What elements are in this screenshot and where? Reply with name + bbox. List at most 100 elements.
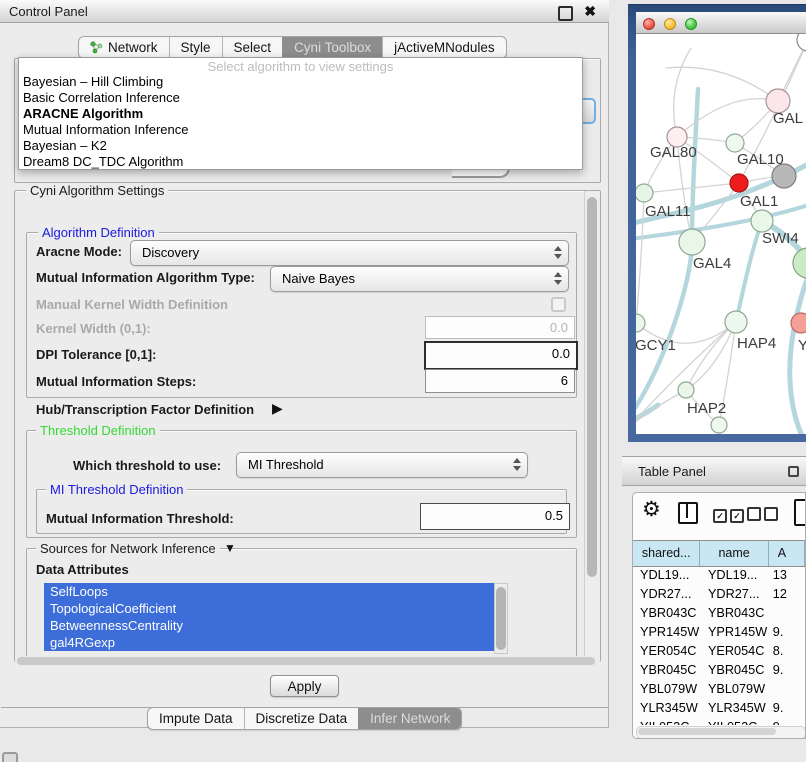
network-node-y[interactable]: [791, 313, 806, 333]
table-cell: YLR345W: [633, 699, 701, 718]
network-node-gal1[interactable]: [730, 174, 748, 192]
attribute-list-scrollbar[interactable]: [494, 583, 508, 654]
column-header[interactable]: A: [769, 541, 805, 566]
collapse-arrow-icon[interactable]: ▼: [224, 541, 236, 555]
manual-kernel-checkbox[interactable]: [551, 297, 566, 312]
float-window-icon[interactable]: [788, 466, 799, 477]
tab-infer-network[interactable]: Infer Network: [358, 708, 461, 729]
algorithm-option[interactable]: Bayesian – K2: [19, 138, 582, 154]
table-header-row: shared...nameA: [633, 540, 805, 567]
table-cell: YBR045C: [633, 661, 701, 680]
mi-steps-field[interactable]: 6: [425, 369, 575, 393]
column-header[interactable]: shared...: [633, 541, 700, 566]
algorithm-option[interactable]: Bayesian – Hill Climbing: [19, 74, 582, 90]
network-node-swi4[interactable]: [751, 210, 773, 232]
network-icon: [90, 41, 103, 54]
mi-threshold-label: Mutual Information Threshold:: [46, 511, 234, 526]
tab-discretize-data[interactable]: Discretize Data: [244, 708, 359, 729]
scrollbar-thumb[interactable]: [638, 728, 776, 735]
mi-type-select[interactable]: Naive Bayes: [270, 266, 569, 292]
table-cell: 13: [770, 566, 805, 585]
node-label: GAL11: [645, 203, 691, 220]
kernel-width-field[interactable]: 0.0: [425, 316, 575, 339]
tab-label: Discretize Data: [256, 711, 348, 726]
network-canvas[interactable]: GALGAL80GAL10GAL1GAL11SWI4GAL4GCY1HAP4YH…: [636, 34, 806, 434]
network-node-hap2[interactable]: [678, 382, 694, 398]
network-edge[interactable]: [686, 322, 736, 390]
tab-network[interactable]: Network: [79, 37, 169, 58]
scrollbar-thumb[interactable]: [17, 657, 595, 665]
network-edge[interactable]: [686, 322, 736, 390]
network-edge[interactable]: [736, 221, 762, 322]
attribute-list-item[interactable]: BetweennessCentrality: [44, 617, 494, 634]
window-minimize-icon[interactable]: [664, 18, 676, 30]
tab-cyni-toolbox[interactable]: Cyni Toolbox: [282, 37, 382, 58]
table-row[interactable]: YBL079WYBL079W: [633, 680, 805, 699]
table-cell: YIL052C: [633, 718, 701, 725]
column-header[interactable]: name: [700, 541, 768, 566]
dpi-tolerance-field[interactable]: 0.0: [424, 341, 578, 370]
network-node[interactable]: [797, 34, 806, 51]
spinner-arrows-icon: [554, 246, 561, 260]
scrollbar-thumb[interactable]: [496, 587, 506, 650]
gear-icon[interactable]: ⚙: [642, 497, 661, 522]
table-cell: 9.: [770, 661, 805, 680]
network-node-gal11[interactable]: [636, 184, 653, 202]
table-row[interactable]: YDR27...YDR27...12: [633, 585, 805, 604]
mi-threshold-group-title: MI Threshold Definition: [46, 482, 187, 497]
column-layout-icon[interactable]: [678, 502, 698, 524]
aracne-mode-select[interactable]: Discovery: [130, 240, 569, 266]
network-node[interactable]: [793, 248, 806, 278]
select-all-columns-icon[interactable]: ✓✓: [713, 506, 747, 524]
scrollbar-thumb[interactable]: [587, 197, 597, 577]
table-row[interactable]: YPR145WYPR145W9.: [633, 623, 805, 642]
network-node-hap4[interactable]: [725, 311, 747, 333]
network-node[interactable]: [711, 417, 727, 433]
close-icon[interactable]: ✖: [584, 3, 596, 20]
algorithm-option[interactable]: ARACNE Algorithm: [19, 106, 582, 122]
network-node-gal10[interactable]: [726, 134, 744, 152]
table-row[interactable]: YER054CYER054C8.: [633, 642, 805, 661]
node-label: Y: [798, 337, 806, 354]
tab-style[interactable]: Style: [169, 37, 222, 58]
node-label: GCY1: [636, 337, 676, 354]
network-edge[interactable]: [636, 193, 644, 323]
deselect-all-columns-icon[interactable]: [747, 507, 781, 526]
table-cell: [770, 604, 805, 623]
table-cell: YER054C: [701, 642, 770, 661]
mi-threshold-field[interactable]: 0.5: [420, 503, 570, 530]
tab-select[interactable]: Select: [222, 37, 283, 58]
tab-impute-data[interactable]: Impute Data: [148, 708, 244, 729]
network-node-gal4[interactable]: [679, 229, 705, 255]
table-cell: YBR043C: [701, 604, 770, 623]
table-row[interactable]: YDL19...YDL19...13: [633, 566, 805, 585]
table-row[interactable]: YBR045CYBR045C9.: [633, 661, 805, 680]
settings-vertical-scrollbar[interactable]: [584, 191, 599, 661]
data-attributes-list[interactable]: SelfLoopsTopologicalCoefficientBetweenne…: [44, 583, 494, 654]
attribute-list-item[interactable]: gal4RGexp: [44, 634, 494, 651]
attribute-list-item[interactable]: SelfLoops: [44, 583, 494, 600]
network-edge[interactable]: [666, 67, 778, 101]
algorithm-dropdown-popup: Select algorithm to view settings Bayesi…: [18, 57, 583, 170]
table-row[interactable]: YLR345WYLR345W9.: [633, 699, 805, 718]
window-close-icon[interactable]: [643, 18, 655, 30]
tab-jactivemnodules[interactable]: jActiveMNodules: [382, 37, 506, 58]
network-edge[interactable]: [674, 48, 691, 137]
window-zoom-icon[interactable]: [685, 18, 697, 30]
settings-horizontal-scrollbar[interactable]: [15, 656, 600, 666]
table-horizontal-scrollbar[interactable]: [636, 726, 806, 739]
float-window-icon[interactable]: [558, 6, 573, 21]
tab-label: Network: [108, 40, 158, 55]
apply-button[interactable]: Apply: [270, 675, 339, 697]
attribute-list-item[interactable]: TopologicalCoefficient: [44, 600, 494, 617]
new-table-icon[interactable]: [794, 499, 806, 526]
which-threshold-select[interactable]: MI Threshold: [236, 452, 528, 478]
table-row[interactable]: YIL052CYIL052C9.: [633, 718, 805, 725]
network-edge[interactable]: [790, 276, 806, 434]
expand-arrow-icon[interactable]: ▶: [272, 400, 283, 417]
algorithm-option[interactable]: Basic Correlation Inference: [19, 90, 582, 106]
tab-label: Style: [181, 40, 211, 55]
table-row[interactable]: YBR043CYBR043C: [633, 604, 805, 623]
algorithm-option[interactable]: Dream8 DC_TDC Algorithm: [19, 154, 582, 170]
algorithm-option[interactable]: Mutual Information Inference: [19, 122, 582, 138]
